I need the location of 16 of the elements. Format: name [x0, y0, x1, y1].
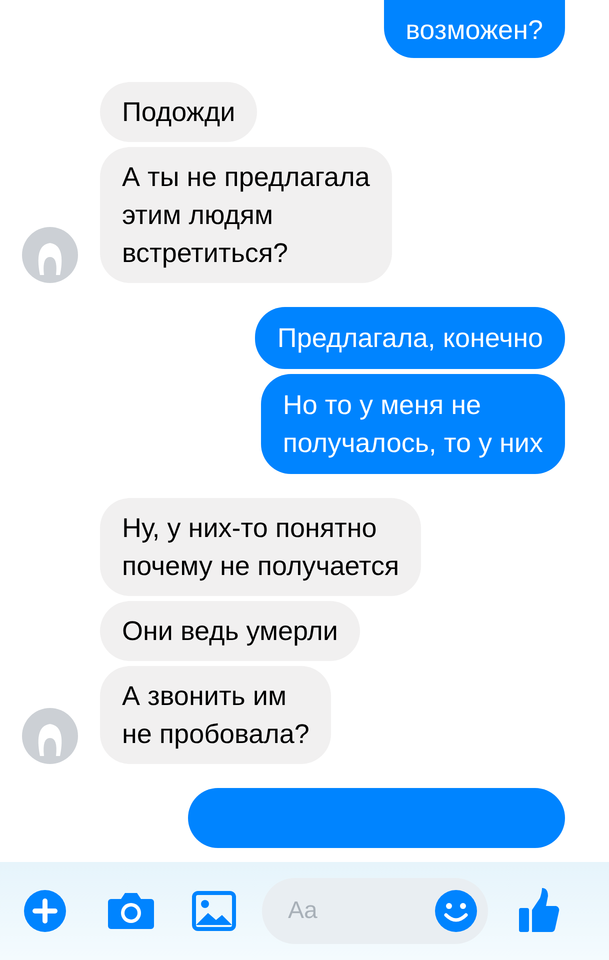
received-message: А ты не предлагала этим людям встретиться?: [100, 147, 392, 283]
thumbs-up-icon[interactable]: [518, 888, 560, 934]
add-icon[interactable]: [24, 890, 66, 932]
avatar-icon: [22, 708, 78, 764]
received-message: А звонить им не пробовала?: [100, 666, 332, 764]
sent-message: возможен?: [384, 0, 565, 58]
camera-icon[interactable]: [107, 891, 155, 931]
avatar-icon: [22, 227, 78, 283]
sent-message: Предлагала, конечно: [255, 307, 565, 369]
image-icon[interactable]: [192, 891, 236, 931]
received-message: Подожди: [100, 82, 258, 142]
message-input[interactable]: Aa: [262, 878, 488, 944]
received-message: Они ведь умерли: [100, 601, 360, 661]
received-message: Ну, у них-то понятно почему не получается: [100, 498, 422, 596]
sent-message: Но то у меня не получалось, то у них: [260, 374, 565, 474]
emoji-icon[interactable]: [434, 889, 478, 933]
